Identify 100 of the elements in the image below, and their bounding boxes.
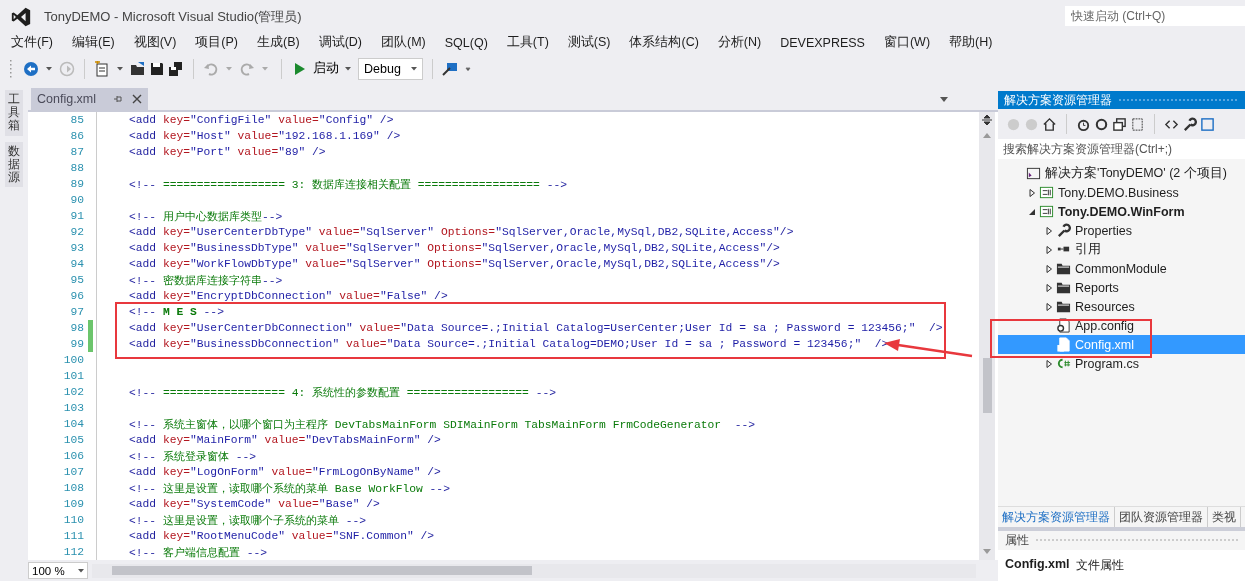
line-number: 98 [69, 322, 84, 334]
expanded-icon[interactable] [1028, 207, 1036, 216]
zoom-dropdown[interactable]: 100 % [28, 562, 88, 579]
splitter-icon[interactable] [982, 115, 992, 125]
menu-item[interactable]: SQL(Q) [437, 33, 495, 52]
menu-item[interactable]: DEVEXPRESS [773, 33, 872, 52]
caret-icon[interactable] [46, 66, 52, 71]
menu-item[interactable]: 帮助(H) [942, 33, 1000, 52]
line-number: 103 [62, 402, 84, 414]
line-number: 102 [62, 386, 84, 398]
save-all-icon[interactable] [168, 60, 184, 77]
menu-item[interactable]: 调试(D) [311, 33, 369, 52]
save-icon[interactable] [149, 60, 165, 77]
code-line: <add key="UserCenterDbType" value="SqlServer" Options="SqlServer,Oracle,MySql,DB2,SQLite,Access"/> [129, 226, 794, 238]
collapsed-icon[interactable] [1045, 302, 1053, 311]
scrollbar-thumb[interactable] [112, 566, 532, 575]
line-number: 104 [62, 418, 84, 430]
code-line: <add key="RootMenuCode" value="SNF.Common" /> [129, 530, 435, 542]
collapsed-icon[interactable] [1045, 359, 1053, 368]
window-title: TonyDEMO - Microsoft Visual Studio(管理员) [44, 7, 302, 26]
line-number: 99 [69, 338, 84, 350]
caret-icon [345, 66, 351, 71]
line-number: 100 [62, 354, 84, 366]
show-all-files-icon[interactable] [1130, 116, 1145, 132]
search-field[interactable]: 搜索解决方案资源管理器(Ctrl+;) [998, 139, 1245, 159]
tree-item[interactable]: Tony.DEMO.WinForm [998, 202, 1245, 221]
solution-icon [1026, 166, 1041, 181]
menu-item[interactable]: 项目(P) [188, 33, 245, 52]
side-tab[interactable]: 工具箱 [5, 90, 23, 136]
panel-tab[interactable]: 类视 [1208, 507, 1241, 527]
line-number: 107 [62, 466, 84, 478]
panel-tab[interactable]: 团队资源管理器 [1115, 507, 1208, 527]
menu-item[interactable]: 团队(M) [374, 33, 433, 52]
menu-item[interactable]: 编辑(E) [64, 33, 122, 52]
menu-item[interactable]: 工具(T) [499, 33, 556, 52]
collapse-all-icon[interactable] [1112, 116, 1127, 132]
quick-launch-field[interactable]: 快速启动 (Ctrl+Q) [1065, 5, 1245, 26]
menu-item[interactable]: 视图(V) [126, 33, 184, 52]
attach-icon[interactable] [442, 60, 458, 77]
line-number: 94 [69, 258, 84, 270]
line-number: 111 [62, 530, 84, 542]
document-tab[interactable]: Config.xml [31, 88, 149, 110]
tree-item[interactable]: App.config [998, 316, 1245, 335]
folder-icon [1056, 261, 1071, 276]
code-line: <add key="Port" value="89" /> [129, 146, 326, 158]
menu-item[interactable]: 体系结构(C) [622, 33, 706, 52]
menu-item[interactable]: 窗口(W) [876, 33, 938, 52]
open-file-icon[interactable] [130, 60, 146, 77]
line-number: 96 [69, 290, 84, 302]
line-number: 101 [62, 370, 84, 382]
line-number: 108 [62, 482, 84, 494]
caret-icon[interactable] [117, 66, 123, 71]
tree-item[interactable]: Properties [998, 221, 1245, 240]
overflow-icon[interactable] [465, 66, 471, 71]
panel-title: 解决方案资源管理器 [1004, 91, 1112, 109]
tree-item[interactable]: Tony.DEMO.Business [998, 183, 1245, 202]
wrench-icon[interactable] [1182, 116, 1197, 132]
collapsed-icon[interactable] [1045, 283, 1053, 292]
visual-studio-logo-icon [10, 5, 32, 28]
tree-item[interactable]: Resources [998, 297, 1245, 316]
toolbar-grip-icon [10, 58, 14, 79]
panel-tab[interactable]: 解决方案资源管理器 [998, 507, 1115, 527]
horizontal-scrollbar[interactable] [92, 563, 976, 578]
line-number: 85 [69, 114, 84, 126]
close-icon[interactable] [132, 94, 143, 104]
menu-item[interactable]: 分析(N) [710, 33, 769, 52]
tree-item[interactable]: Program.cs [998, 354, 1245, 373]
menu-item[interactable]: 文件(F) [4, 33, 60, 52]
folder-icon [1056, 280, 1071, 295]
home-icon[interactable] [1042, 116, 1057, 132]
line-number: 91 [69, 210, 84, 222]
line-number: 110 [62, 514, 84, 526]
collapsed-icon[interactable] [1045, 245, 1053, 254]
code-line: <add key="EncryptDbConnection" value="False" /> [129, 290, 448, 302]
tree-item[interactable]: CommonModule [998, 259, 1245, 278]
configuration-dropdown[interactable]: Debug [358, 57, 423, 80]
line-number: 93 [69, 242, 84, 254]
code-line: <!-- 这里是设置，读取哪个子系统的菜单 --> [129, 513, 367, 528]
object-type: 文件属性 [1075, 557, 1124, 574]
collapsed-icon[interactable] [1045, 264, 1053, 273]
line-number: 106 [62, 450, 84, 462]
config-file-icon [1056, 318, 1071, 333]
code-line: <add key="MainForm" value="DevTabsMainForm" /> [129, 434, 441, 446]
vertical-scrollbar[interactable] [979, 112, 995, 560]
tree-item[interactable]: 引用 [998, 240, 1245, 259]
collapsed-icon[interactable] [1045, 226, 1053, 235]
collapsed-icon[interactable] [1028, 188, 1036, 197]
panel-title: 属性 [1005, 532, 1029, 549]
start-button[interactable]: 启动 [291, 60, 355, 77]
new-project-icon[interactable] [94, 60, 110, 77]
dropdown-caret-icon[interactable] [940, 96, 948, 102]
code-line: <!-- 密数据库连接字符串--> [129, 273, 283, 288]
tree-item[interactable]: 解决方案'TonyDEMO' (2 个项目) [998, 164, 1245, 183]
scrollbar-thumb[interactable] [982, 358, 992, 413]
code-line: <!-- 客户端信息配置 --> [129, 545, 268, 560]
side-tab[interactable]: 数据源 [5, 141, 23, 188]
tree-item[interactable]: Reports [998, 278, 1245, 297]
menu-item[interactable]: 生成(B) [250, 33, 307, 52]
pin-icon[interactable] [113, 94, 124, 104]
menu-item[interactable]: 测试(S) [560, 33, 618, 52]
